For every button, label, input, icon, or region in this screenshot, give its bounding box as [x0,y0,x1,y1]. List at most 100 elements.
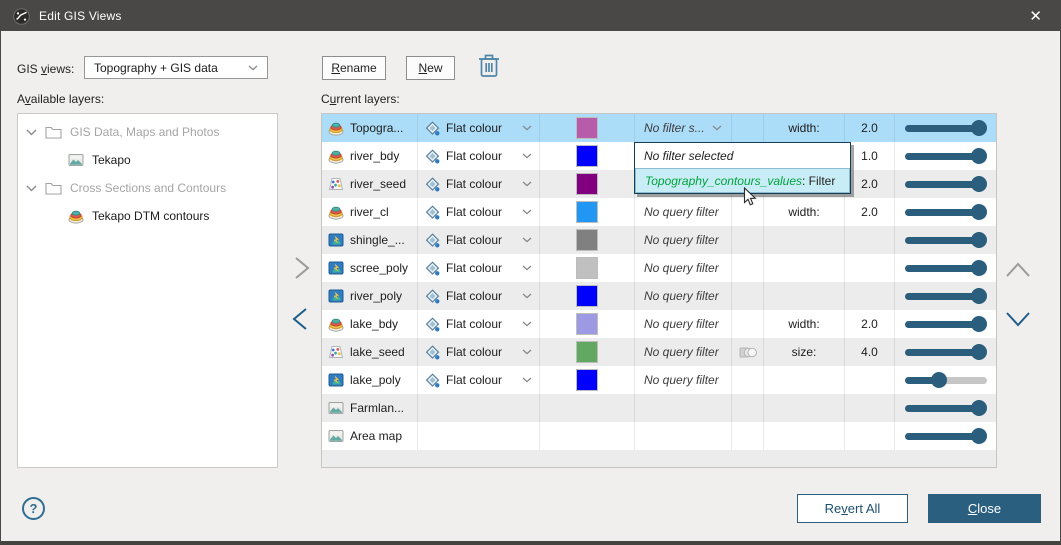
slider-knob[interactable] [971,400,987,416]
param-value[interactable] [845,366,895,394]
colour-swatch[interactable] [576,313,598,335]
slider-knob[interactable] [971,148,987,164]
opacity-slider[interactable] [905,287,987,305]
filter-select[interactable]: No query filter [635,338,732,366]
close-icon[interactable]: ✕ [1023,7,1048,26]
colour-mode-select[interactable]: Flat colour [418,226,540,254]
filter-select[interactable]: No query filter [635,254,732,282]
slider-knob[interactable] [931,372,947,388]
param-value[interactable] [845,282,895,310]
opacity-slider[interactable] [905,119,987,137]
table-row[interactable]: Farmlan... [322,394,996,422]
chevron-down-icon[interactable] [26,129,37,136]
filter-select[interactable]: No query filter [635,310,732,338]
colour-mode-select[interactable] [418,394,540,422]
colour-swatch[interactable] [576,369,598,391]
colour-mode-select[interactable]: Flat colour [418,142,540,170]
table-row[interactable]: river_poly Flat colour No query filter [322,282,996,310]
slider-knob[interactable] [971,428,987,444]
slider-knob[interactable] [971,344,987,360]
move-layer-down-arrow[interactable] [1004,306,1032,334]
slider-knob[interactable] [971,204,987,220]
colour-mode-select[interactable]: Flat colour [418,254,540,282]
colour-swatch[interactable] [576,117,598,139]
slider-knob[interactable] [971,316,987,332]
dropdown-item-no-filter[interactable]: No filter selected [635,143,850,168]
slider-knob[interactable] [971,260,987,276]
delete-trash-icon[interactable] [477,52,501,80]
colour-swatch[interactable] [576,257,598,279]
colour-swatch[interactable] [576,341,598,363]
table-row[interactable]: lake_seed Flat colour No query filter si… [322,338,996,366]
revert-all-button[interactable]: Revert All [797,494,908,523]
param-value[interactable]: 2.0 [845,170,895,198]
param-value[interactable] [845,422,895,450]
colour-mode-select[interactable]: Flat colour [418,282,540,310]
param-value[interactable] [845,254,895,282]
colour-mode-select[interactable]: Flat colour [418,310,540,338]
filter-select[interactable] [635,422,732,450]
filter-select[interactable]: No query filter [635,226,732,254]
param-value[interactable]: 2.0 [845,310,895,338]
opacity-slider[interactable] [905,259,987,277]
filter-select[interactable] [635,394,732,422]
filter-select[interactable]: No query filter [635,282,732,310]
tree-item-tekapo[interactable]: Tekapo [18,146,277,174]
slider-knob[interactable] [971,120,987,136]
opacity-slider[interactable] [905,231,987,249]
table-row[interactable]: Topogra... Flat colour No filter s... wi… [322,114,996,142]
colour-mode-select[interactable] [418,422,540,450]
colour-swatch[interactable] [576,285,598,307]
opacity-slider[interactable] [905,343,987,361]
table-row[interactable]: scree_poly Flat colour No query filter [322,254,996,282]
colour-swatch[interactable] [576,173,598,195]
colour-swatch[interactable] [576,229,598,251]
param-value[interactable] [845,394,895,422]
param-value[interactable]: 4.0 [845,338,895,366]
rename-button[interactable]: Rename [322,56,386,80]
table-row[interactable]: lake_poly Flat colour No query filter [322,366,996,394]
param-value[interactable]: 1.0 [845,142,895,170]
current-layers-label: Current layers: [321,92,400,106]
param-value[interactable]: 2.0 [845,114,895,142]
opacity-slider[interactable] [905,203,987,221]
opacity-slider[interactable] [905,175,987,193]
colour-mode-select[interactable]: Flat colour [418,170,540,198]
opacity-slider[interactable] [905,147,987,165]
tree-folder-gis-data[interactable]: GIS Data, Maps and Photos [18,118,277,146]
param-value[interactable]: 2.0 [845,198,895,226]
new-button[interactable]: New [406,56,455,80]
gis-views-select[interactable]: Topography + GIS data [84,56,268,79]
table-row[interactable]: river_cl Flat colour No query filter wid… [322,198,996,226]
tree-folder-cross-sections[interactable]: Cross Sections and Contours [18,174,277,202]
shapes-icon[interactable] [739,346,757,359]
colour-mode-select[interactable]: Flat colour [418,338,540,366]
opacity-slider[interactable] [905,315,987,333]
filter-select[interactable]: No query filter [635,366,732,394]
colour-swatch[interactable] [576,201,598,223]
table-row[interactable]: shingle_... Flat colour No query filter [322,226,996,254]
close-button[interactable]: Close [928,494,1041,523]
colour-mode-label: Flat colour [446,149,502,163]
tree-item-tekapo-dtm-contours[interactable]: Tekapo DTM contours [18,202,277,230]
table-row[interactable]: lake_bdy Flat colour No query filter wid… [322,310,996,338]
colour-mode-select[interactable]: Flat colour [418,366,540,394]
chevron-down-icon[interactable] [26,185,37,192]
remove-layer-arrow-left[interactable] [287,305,315,333]
move-layer-up-arrow[interactable] [1004,255,1032,283]
slider-knob[interactable] [971,288,987,304]
opacity-slider[interactable] [905,399,987,417]
table-row[interactable]: Area map [322,422,996,450]
opacity-slider[interactable] [905,371,987,389]
colour-swatch[interactable] [576,145,598,167]
help-button[interactable]: ? [22,497,45,520]
slider-knob[interactable] [971,176,987,192]
add-layer-arrow-right[interactable] [287,254,315,282]
param-value[interactable] [845,226,895,254]
filter-select[interactable]: No query filter [635,198,732,226]
colour-mode-select[interactable]: Flat colour [418,198,540,226]
colour-mode-select[interactable]: Flat colour [418,114,540,142]
filter-select[interactable]: No filter s... [635,114,732,142]
slider-knob[interactable] [971,232,987,248]
opacity-slider[interactable] [905,427,987,445]
